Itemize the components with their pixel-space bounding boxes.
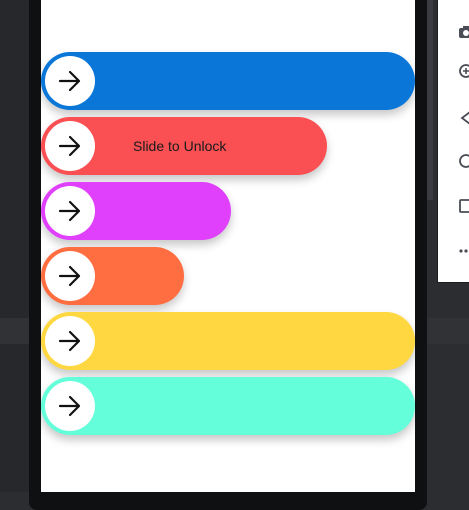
- slider-label: [41, 182, 231, 240]
- emulator-toolbar: [437, 0, 469, 283]
- slider-label: Slide to Unlock: [133, 138, 227, 154]
- overview-icon[interactable]: [458, 198, 469, 220]
- slider-label: [41, 312, 415, 370]
- slider-label: [41, 247, 184, 305]
- camera-icon[interactable]: [458, 23, 469, 45]
- back-icon[interactable]: [458, 110, 469, 132]
- home-icon[interactable]: [458, 153, 469, 175]
- slider-purple[interactable]: [41, 182, 231, 240]
- slider-blue[interactable]: [41, 52, 415, 110]
- phone-screen: Slide to Unlock: [41, 0, 415, 492]
- slider-label: [41, 52, 415, 110]
- slider-label: [41, 377, 415, 435]
- slider-yellow[interactable]: [41, 312, 415, 370]
- slider-orange[interactable]: [41, 247, 184, 305]
- panel-resize-handle[interactable]: [427, 0, 433, 200]
- more-icon[interactable]: [458, 243, 469, 265]
- slider-teal[interactable]: [41, 377, 415, 435]
- ide-left-strip: [0, 0, 30, 492]
- slider-red[interactable]: Slide to Unlock: [41, 117, 327, 175]
- zoom-in-icon[interactable]: [458, 63, 469, 85]
